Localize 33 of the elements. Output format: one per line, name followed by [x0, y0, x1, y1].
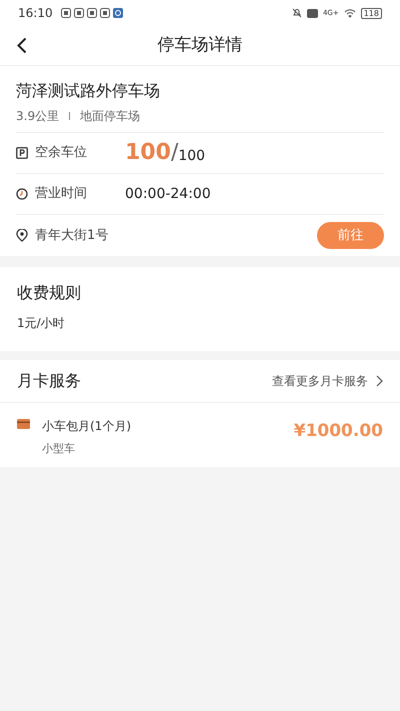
notification-icon: [74, 8, 84, 18]
plan-price: ¥1000.00: [294, 420, 383, 443]
plan-name: 小车包月(1个月): [42, 418, 132, 435]
battery-indicator: 118: [360, 8, 382, 18]
mute-icon: [292, 8, 302, 18]
hours-value: 00:00-24:00: [125, 184, 211, 204]
notification-icon: [60, 8, 71, 18]
vehicle-type: 小型车: [42, 441, 76, 457]
row-label: 空余车位: [35, 144, 87, 162]
wifi-icon: [344, 8, 356, 18]
address-text: 青年大街1号: [35, 226, 108, 245]
chevron-right-icon[interactable]: [376, 375, 383, 387]
free-spaces: 100: [125, 142, 171, 164]
section-title: 月卡服务: [17, 370, 82, 392]
notification-icon: [100, 8, 110, 18]
page-title: 停车场详情: [158, 34, 242, 57]
slash-separator: /: [170, 142, 178, 164]
location-pin-icon: [16, 229, 28, 242]
distance-text: 3.9公里: [16, 108, 60, 124]
status-time: 16:10: [18, 5, 53, 22]
notification-icon: [86, 8, 97, 18]
section-title: 收费规则: [17, 282, 82, 304]
more-monthly-link[interactable]: 查看更多月卡服务: [272, 372, 368, 390]
back-icon[interactable]: [16, 37, 27, 54]
lot-name: 菏泽测试路外停车场: [16, 80, 161, 102]
parking-icon: [16, 147, 28, 159]
total-spaces: 100: [178, 148, 206, 166]
clock-icon: [16, 188, 28, 200]
row-label: 营业时间: [35, 185, 87, 204]
card-icon: [17, 419, 30, 429]
lot-type: 地面停车场: [80, 108, 140, 124]
fee-rule: 1元/小时: [17, 315, 66, 332]
app-notification-icon: [112, 8, 123, 18]
